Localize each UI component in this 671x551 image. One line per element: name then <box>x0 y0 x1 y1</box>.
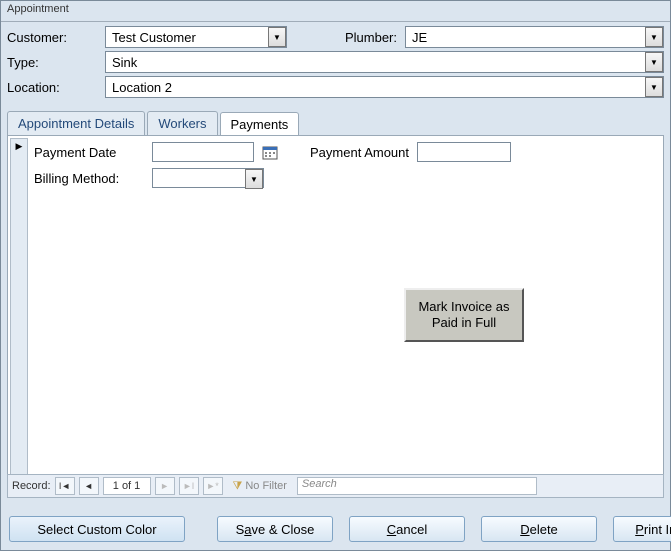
payment-amount-label: Payment Amount <box>310 145 409 160</box>
plumber-combo[interactable]: JE ▼ <box>405 26 664 48</box>
type-combo[interactable]: Sink ▼ <box>105 51 664 73</box>
mark-paid-button[interactable]: Mark Invoice as Paid in Full <box>404 288 524 342</box>
chevron-down-icon[interactable]: ▼ <box>245 169 263 189</box>
record-selector[interactable] <box>10 138 28 494</box>
chevron-down-icon[interactable]: ▼ <box>268 27 286 47</box>
tabs: Appointment Details Workers Payments Pay… <box>7 111 664 495</box>
window-title: Appointment <box>1 1 670 22</box>
nav-prev-button[interactable]: ◄ <box>79 477 99 495</box>
type-value: Sink <box>106 55 645 70</box>
billing-method-combo[interactable]: ▼ <box>152 168 264 188</box>
cancel-button[interactable]: Cancel <box>349 516 465 542</box>
nav-next-button[interactable]: ► <box>155 477 175 495</box>
billing-method-label: Billing Method: <box>34 171 144 186</box>
record-navigator: Record: I◄ ◄ 1 of 1 ► ►I ►* ⧩ No Filter … <box>7 474 664 498</box>
customer-value: Test Customer <box>106 30 268 45</box>
funnel-icon: ⧩ <box>233 480 243 493</box>
nav-new-button[interactable]: ►* <box>203 477 223 495</box>
billing-method-value <box>153 169 245 187</box>
chevron-down-icon[interactable]: ▼ <box>645 27 663 47</box>
mark-paid-line1: Mark Invoice as <box>418 299 509 314</box>
chevron-down-icon[interactable]: ▼ <box>645 52 663 72</box>
tab-payments[interactable]: Payments <box>220 112 300 136</box>
record-label: Record: <box>12 480 51 492</box>
record-position[interactable]: 1 of 1 <box>103 477 151 495</box>
location-value: Location 2 <box>106 80 645 95</box>
payment-date-label: Payment Date <box>34 145 144 160</box>
nofilter-label: No Filter <box>245 480 287 492</box>
nav-last-button[interactable]: ►I <box>179 477 199 495</box>
filter-status[interactable]: ⧩ No Filter <box>233 480 287 493</box>
plumber-label: Plumber: <box>327 30 397 45</box>
type-label: Type: <box>7 55 97 70</box>
print-invoice-button[interactable]: Print Invoice <box>613 516 671 542</box>
payments-panel: Payment Date <box>7 135 664 495</box>
customer-combo[interactable]: Test Customer ▼ <box>105 26 287 48</box>
customer-label: Customer: <box>7 30 97 45</box>
payment-date-field[interactable] <box>152 142 254 162</box>
search-input[interactable]: Search <box>297 477 537 495</box>
appointment-window: Appointment Customer: Test Customer ▼ Pl… <box>0 0 671 551</box>
delete-button[interactable]: Delete <box>481 516 597 542</box>
tab-workers[interactable]: Workers <box>147 111 217 135</box>
select-custom-color-button[interactable]: Select Custom Color <box>9 516 185 542</box>
calendar-icon[interactable] <box>262 144 278 160</box>
tab-appointment-details[interactable]: Appointment Details <box>7 111 145 135</box>
payment-amount-field[interactable] <box>417 142 511 162</box>
nav-first-button[interactable]: I◄ <box>55 477 75 495</box>
chevron-down-icon[interactable]: ▼ <box>645 77 663 97</box>
location-label: Location: <box>7 80 97 95</box>
plumber-value: JE <box>406 30 645 45</box>
footer-toolbar: Select Custom Color Save & Close Cancel … <box>3 510 668 548</box>
mark-paid-line2: Paid in Full <box>432 315 496 330</box>
location-combo[interactable]: Location 2 ▼ <box>105 76 664 98</box>
header-form: Customer: Test Customer ▼ Plumber: JE ▼ … <box>1 22 670 107</box>
save-close-button[interactable]: Save & Close <box>217 516 333 542</box>
